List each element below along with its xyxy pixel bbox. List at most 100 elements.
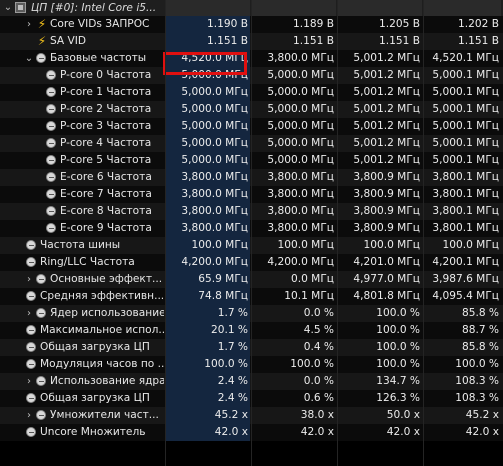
value-min: 1.151 В bbox=[293, 35, 334, 47]
value-max: 5,001.2 МГц bbox=[353, 120, 420, 132]
value-current: 1.7 % bbox=[217, 341, 248, 353]
chevron-right-icon[interactable]: › bbox=[24, 271, 34, 288]
chevron-down-icon[interactable]: ⌄ bbox=[24, 50, 34, 67]
column-separator bbox=[337, 0, 338, 466]
value-avg: 100.0 МГц bbox=[442, 239, 499, 251]
value-current: 5,000.0 МГц bbox=[181, 86, 248, 98]
value-min: 0.0 % bbox=[303, 375, 334, 387]
value-max: 100.0 % bbox=[376, 358, 420, 370]
header-cell bbox=[166, 0, 250, 16]
clock-icon bbox=[46, 155, 56, 165]
value-avg: 3,800.1 МГц bbox=[432, 171, 499, 183]
value-min: 38.0 x bbox=[300, 409, 334, 421]
value-min: 3,800.0 МГц bbox=[267, 205, 334, 217]
chevron-right-icon[interactable]: › bbox=[24, 373, 34, 390]
clock-icon bbox=[36, 274, 46, 284]
header-cell bbox=[252, 0, 336, 16]
value-avg: 42.0 x bbox=[465, 426, 499, 438]
sensor-label: Частота шины bbox=[40, 239, 121, 251]
value-avg: 3,800.1 МГц bbox=[432, 222, 499, 234]
value-max: 42.0 x bbox=[386, 426, 420, 438]
value-max: 126.3 % bbox=[376, 392, 420, 404]
value-current: 20.1 % bbox=[210, 324, 248, 336]
sensor-label: E-core 6 Частота bbox=[60, 171, 152, 183]
sensor-label: Общая загрузка ЦП bbox=[40, 341, 150, 353]
value-current: 3,800.0 МГц bbox=[181, 171, 248, 183]
value-avg: 100.0 % bbox=[455, 358, 499, 370]
value-min: 3,800.0 МГц bbox=[267, 222, 334, 234]
value-min: 5,000.0 МГц bbox=[267, 137, 334, 149]
value-current: 5,000.0 МГц bbox=[181, 120, 248, 132]
value-max: 134.7 % bbox=[376, 375, 420, 387]
value-avg: 1.202 В bbox=[458, 18, 499, 30]
chevron-right-icon[interactable]: › bbox=[24, 16, 34, 33]
clock-icon bbox=[26, 291, 36, 301]
value-current: 100.0 % bbox=[204, 358, 248, 370]
value-min: 3,800.0 МГц bbox=[267, 188, 334, 200]
value-max: 5,001.2 МГц bbox=[353, 154, 420, 166]
value-avg: 45.2 x bbox=[465, 409, 499, 421]
value-max: 3,800.9 МГц bbox=[353, 188, 420, 200]
value-min: 5,000.0 МГц bbox=[267, 69, 334, 81]
value-current: 1.190 В bbox=[207, 18, 248, 30]
value-avg: 4,200.1 МГц bbox=[432, 256, 499, 268]
value-max: 4,201.0 МГц bbox=[353, 256, 420, 268]
value-max: 3,800.9 МГц bbox=[353, 222, 420, 234]
clock-icon bbox=[46, 121, 56, 131]
value-current: 1.151 В bbox=[207, 35, 248, 47]
annotation-highlight-box bbox=[163, 52, 247, 75]
value-avg: 5,000.1 МГц bbox=[432, 120, 499, 132]
value-current: 5,000.0 МГц bbox=[181, 137, 248, 149]
sensor-label: Модуляция часов по ... bbox=[40, 358, 164, 370]
value-max: 1.151 В bbox=[379, 35, 420, 47]
clock-icon bbox=[26, 325, 36, 335]
clock-icon bbox=[46, 189, 56, 199]
sensor-label: P-core 1 Частота bbox=[60, 86, 152, 98]
bolt-icon: ⚡ bbox=[37, 34, 47, 48]
value-avg: 85.8 % bbox=[461, 307, 499, 319]
clock-icon bbox=[26, 257, 36, 267]
chevron-right-icon[interactable]: › bbox=[24, 407, 34, 424]
sensor-label: Core VIDs ЗАПРОС bbox=[50, 18, 150, 30]
value-max: 100.0 % bbox=[376, 341, 420, 353]
value-max: 3,800.9 МГц bbox=[353, 205, 420, 217]
sensor-label: Использование ядра bbox=[50, 375, 164, 387]
sensor-label: Основные эффект... bbox=[50, 273, 163, 285]
value-min: 0.0 % bbox=[303, 307, 334, 319]
column-separator bbox=[165, 0, 166, 466]
sensor-label: Ring/LLC Частота bbox=[40, 256, 135, 268]
column-separator bbox=[251, 0, 252, 466]
chevron-right-icon[interactable]: › bbox=[24, 305, 34, 322]
value-avg: 3,800.1 МГц bbox=[432, 188, 499, 200]
clock-icon bbox=[46, 223, 56, 233]
sensor-label: Максимальное испол... bbox=[40, 324, 164, 336]
sensor-label: Базовые частоты bbox=[50, 52, 147, 64]
value-current: 42.0 x bbox=[214, 426, 248, 438]
value-min: 4,200.0 МГц bbox=[267, 256, 334, 268]
cpu-icon bbox=[15, 2, 26, 13]
value-min: 4.5 % bbox=[303, 324, 334, 336]
value-avg: 5,000.1 МГц bbox=[432, 69, 499, 81]
clock-icon bbox=[46, 206, 56, 216]
sensor-label: Uncore Множитель bbox=[40, 426, 146, 438]
header-cell bbox=[338, 0, 422, 16]
value-avg: 3,987.6 МГц bbox=[432, 273, 499, 285]
value-min: 0.6 % bbox=[303, 392, 334, 404]
clock-icon bbox=[26, 393, 36, 403]
value-min: 3,800.0 МГц bbox=[267, 52, 334, 64]
value-max: 4,801.8 МГц bbox=[353, 290, 420, 302]
chevron-down-icon[interactable]: ⌄ bbox=[3, 0, 13, 16]
clock-icon bbox=[46, 70, 56, 80]
value-avg: 108.3 % bbox=[455, 375, 499, 387]
sensor-label: Общая загрузка ЦП bbox=[40, 392, 150, 404]
value-max: 100.0 % bbox=[376, 324, 420, 336]
value-current: 74.8 МГц bbox=[198, 290, 248, 302]
sensor-label: P-core 2 Частота bbox=[60, 103, 152, 115]
value-min: 5,000.0 МГц bbox=[267, 103, 334, 115]
value-max: 100.0 МГц bbox=[363, 239, 420, 251]
clock-icon bbox=[36, 410, 46, 420]
value-max: 5,001.2 МГц bbox=[353, 86, 420, 98]
value-max: 50.0 x bbox=[386, 409, 420, 421]
value-current: 5,000.0 МГц bbox=[181, 103, 248, 115]
value-min: 42.0 x bbox=[300, 426, 334, 438]
